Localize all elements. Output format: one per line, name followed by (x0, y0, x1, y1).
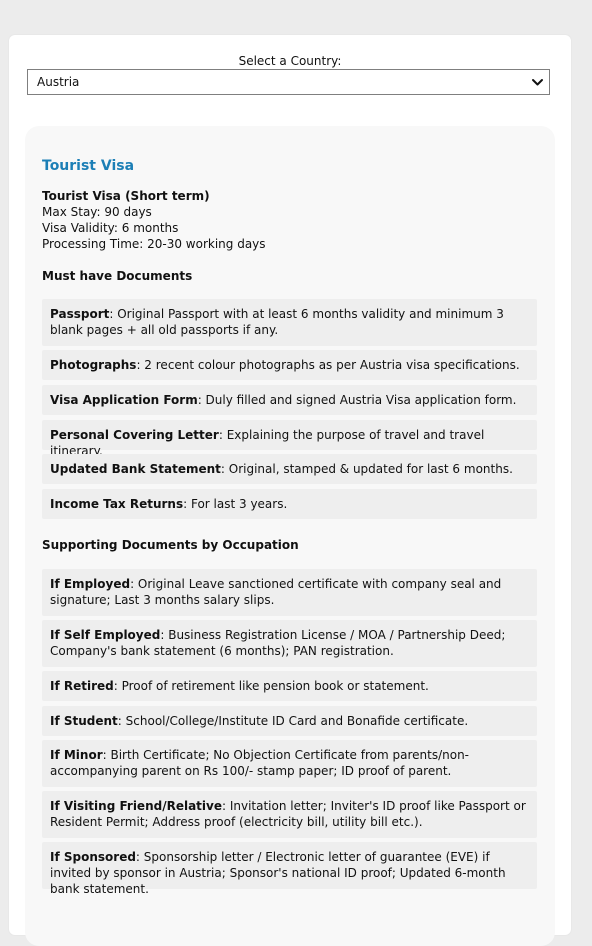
document-label: Personal Covering Letter (50, 428, 219, 442)
occupation-item-student: If Student: School/College/Institute ID … (42, 706, 537, 736)
processing-time-text: Processing Time: 20-30 working days (42, 237, 266, 251)
visa-subtitle: Tourist Visa (Short term) (42, 189, 210, 203)
document-label: Income Tax Returns (50, 497, 184, 511)
visa-details-panel: Tourist Visa Tourist Visa (Short term) M… (25, 126, 555, 946)
visa-validity-text: Visa Validity: 6 months (42, 221, 179, 235)
must-have-documents-heading: Must have Documents (42, 269, 193, 283)
page-card: Select a Country: Austria Tourist Visa T… (9, 35, 571, 946)
chevron-down-icon (532, 79, 543, 86)
occupation-documents-heading: Supporting Documents by Occupation (42, 538, 299, 552)
document-item-covering-letter: Personal Covering Letter: Explaining the… (42, 420, 537, 458)
max-stay-text: Max Stay: 90 days (42, 205, 152, 219)
occupation-text: : Proof of retirement like pension book … (113, 679, 429, 693)
country-select-label: Select a Country: (238, 54, 342, 68)
document-item-passport: Passport: Original Passport with at leas… (42, 299, 537, 346)
country-select[interactable]: Austria (27, 69, 550, 95)
occupation-item-sponsored: If Sponsored: Sponsorship letter / Elect… (42, 842, 537, 896)
document-item-application-form: Visa Application Form: Duly filled and s… (42, 385, 537, 415)
occupation-item-employed: If Employed: Original Leave sanctioned c… (42, 569, 537, 616)
document-label: Photographs (50, 358, 137, 372)
occupation-label: If Employed (50, 577, 131, 591)
visa-title: Tourist Visa (42, 158, 135, 174)
occupation-item-retired: If Retired: Proof of retirement like pen… (42, 671, 537, 701)
country-select-value: Austria (37, 75, 80, 89)
document-item-income-tax: Income Tax Returns: For last 3 years. (42, 489, 537, 519)
document-text: : Duly filled and signed Austria Visa ap… (197, 393, 517, 407)
visa-info-block: Tourist Visa (Short term) Max Stay: 90 d… (42, 188, 266, 252)
occupation-label: If Visiting Friend/Relative (50, 799, 222, 813)
occupation-item-self-employed: If Self Employed: Business Registration … (42, 620, 537, 667)
occupation-item-minor: If Minor: Birth Certificate; No Objectio… (42, 740, 537, 787)
document-text: : For last 3 years. (183, 497, 288, 511)
document-text: : Original Passport with at least 6 mont… (50, 307, 504, 337)
occupation-label: If Student (50, 714, 118, 728)
document-label: Visa Application Form (50, 393, 198, 407)
occupation-label: If Self Employed (50, 628, 161, 642)
document-label: Updated Bank Statement (50, 462, 221, 476)
document-item-photographs: Photographs: 2 recent colour photographs… (42, 350, 537, 380)
occupation-label: If Retired (50, 679, 114, 693)
occupation-item-visiting-friend: If Visiting Friend/Relative: Invitation … (42, 791, 537, 838)
occupation-label: If Minor (50, 748, 103, 762)
occupation-text: : Birth Certificate; No Objection Certif… (50, 748, 470, 778)
document-text: : Original, stamped & updated for last 6… (220, 462, 513, 476)
occupation-text: : School/College/Institute ID Card and B… (117, 714, 469, 728)
document-label: Passport (50, 307, 110, 321)
document-text: : 2 recent colour photographs as per Aus… (136, 358, 520, 372)
occupation-label: If Sponsored (50, 850, 136, 864)
document-item-bank-statement: Updated Bank Statement: Original, stampe… (42, 454, 537, 484)
